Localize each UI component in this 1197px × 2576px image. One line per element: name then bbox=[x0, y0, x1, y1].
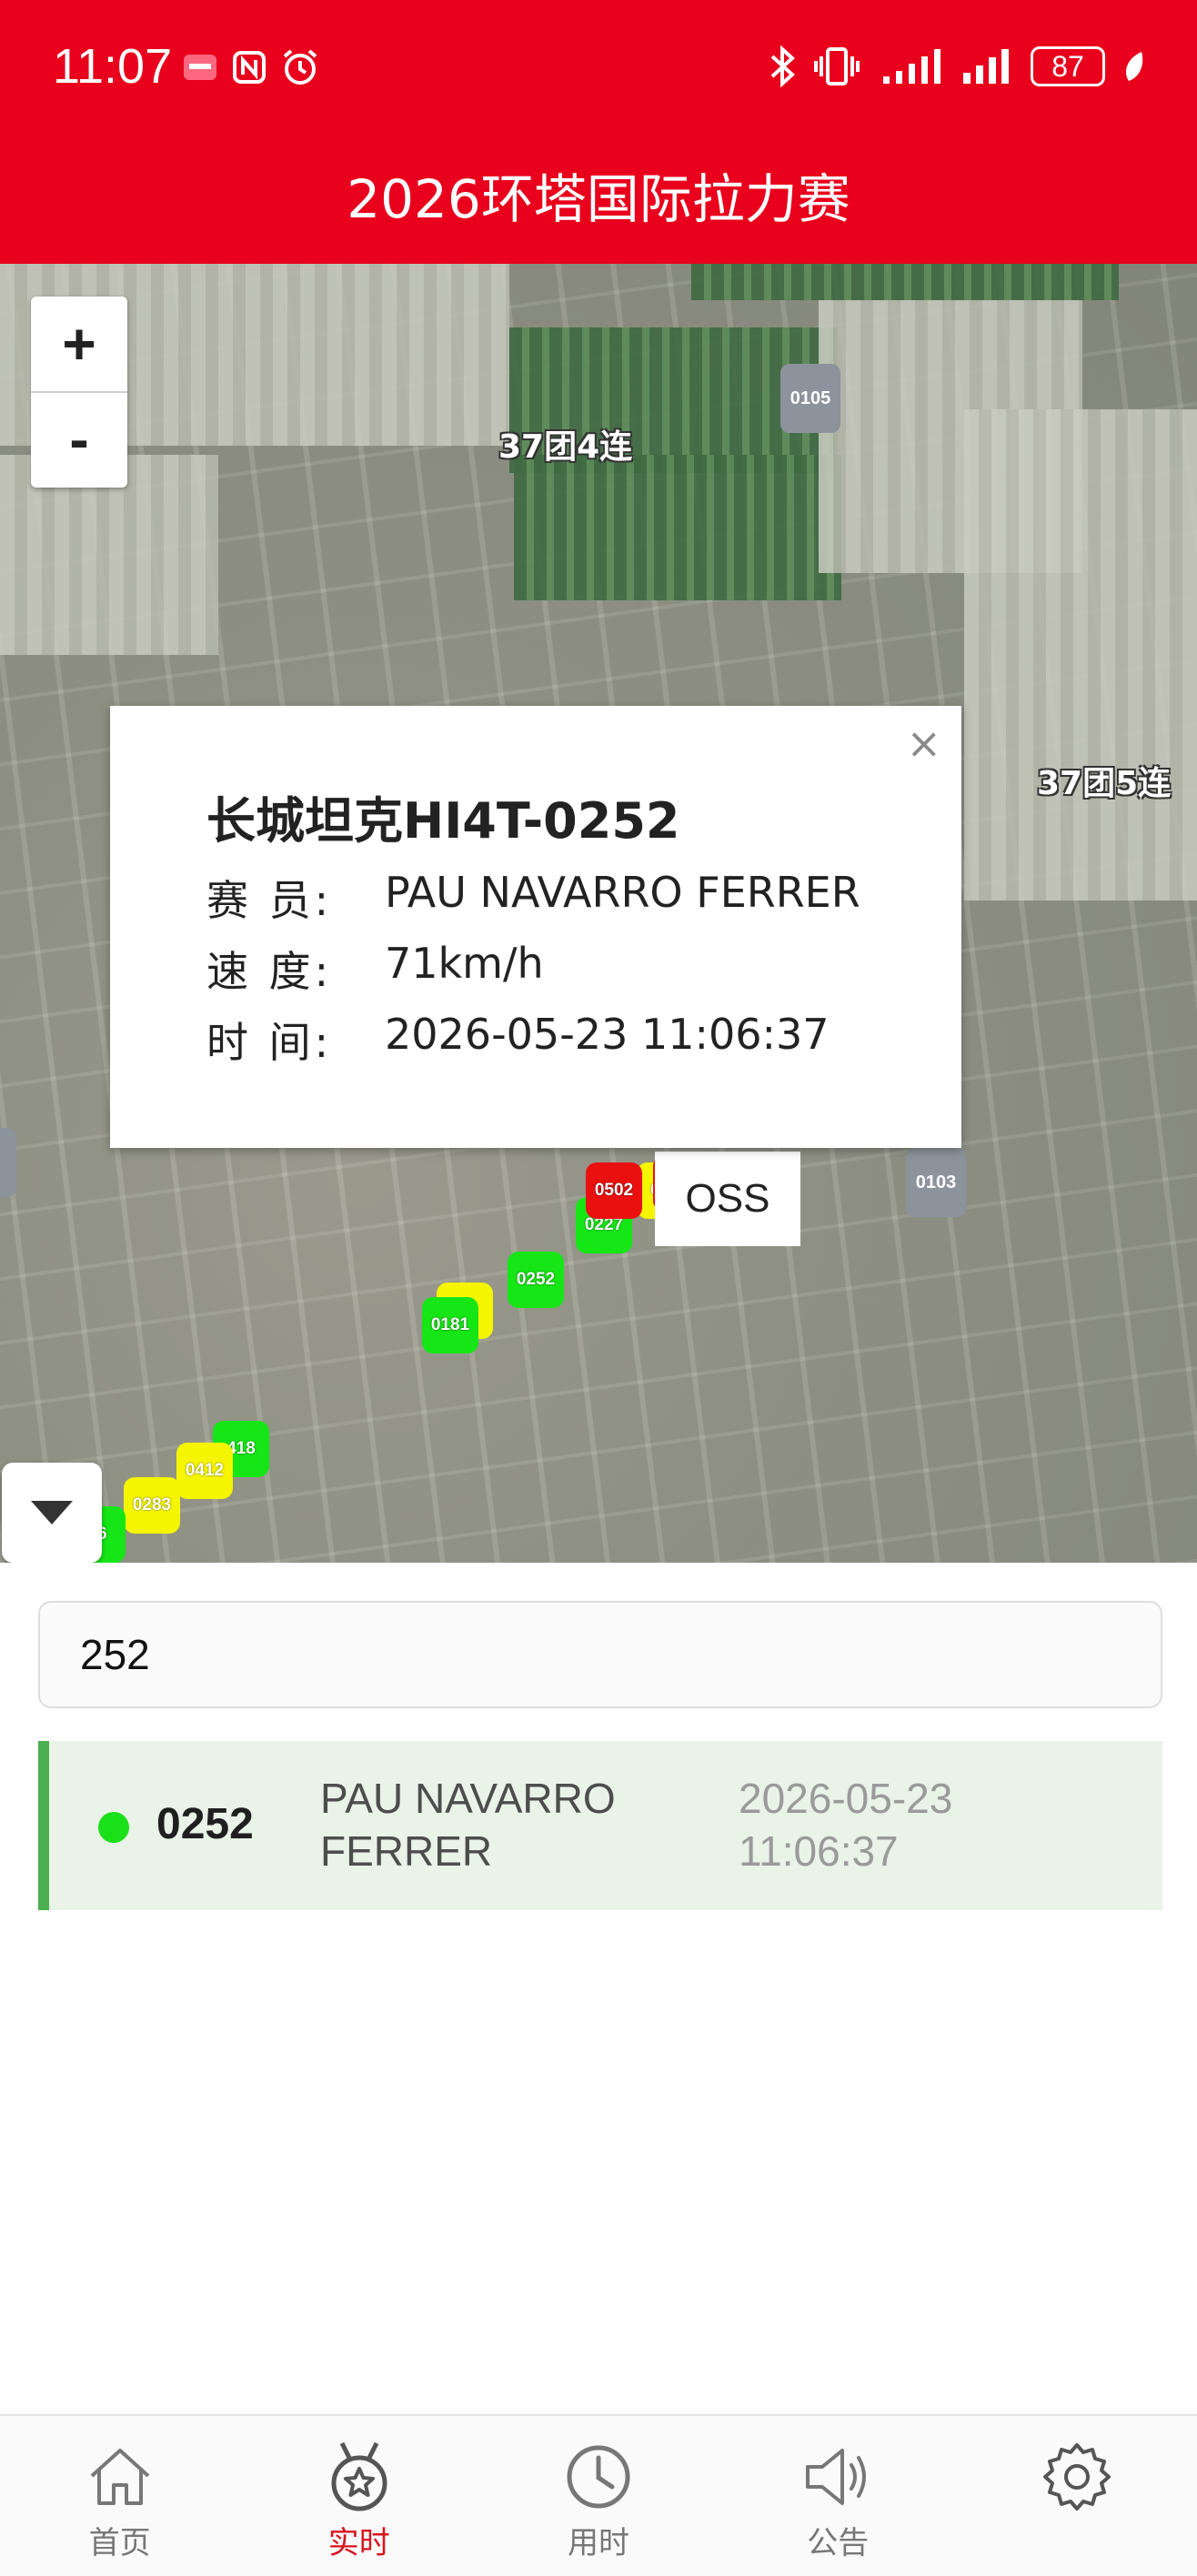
medal-icon bbox=[331, 2441, 387, 2511]
road-shield-edge bbox=[0, 1128, 16, 1197]
popup-close-button[interactable]: × bbox=[906, 719, 941, 768]
caret-down-icon bbox=[31, 1501, 73, 1524]
speaker-icon bbox=[806, 2449, 867, 2505]
result-driver-name: PAU NAVARRO FERRER bbox=[320, 1775, 616, 1875]
signal-icon-1 bbox=[883, 49, 940, 84]
alarm-icon bbox=[283, 49, 317, 85]
popup-speed-label: 速 度: bbox=[206, 947, 333, 996]
map-collapse-button[interactable] bbox=[2, 1463, 102, 1563]
zoom-control: + - bbox=[31, 297, 127, 488]
app-header: 11:07 87 2026环塔国际拉力赛 bbox=[0, 0, 1197, 264]
popup-title: 长城坦克HI4T-0252 bbox=[206, 792, 680, 850]
search-input[interactable] bbox=[38, 1601, 1162, 1708]
road-shield-0105: 0105 bbox=[780, 364, 840, 433]
map-field-texture bbox=[514, 455, 841, 600]
vehicle-marker-0502[interactable]: 0502 bbox=[586, 1162, 642, 1219]
leaf-icon bbox=[1125, 52, 1143, 81]
popup-rider-label: 赛 员: bbox=[206, 876, 333, 925]
popup-time-label: 时 间: bbox=[206, 1018, 333, 1067]
place-label-37-5: 37团5连 bbox=[1037, 765, 1172, 802]
oss-label: OSS bbox=[655, 1152, 800, 1246]
page-title: 2026环塔国际拉力赛 bbox=[347, 168, 850, 230]
tab-home-label: 首页 bbox=[88, 2525, 151, 2561]
bluetooth-icon bbox=[770, 45, 795, 87]
result-number: 0252 bbox=[156, 1800, 254, 1848]
status-time: 11:07 bbox=[53, 39, 173, 94]
vehicle-marker-0412[interactable]: 0412 bbox=[176, 1443, 233, 1499]
place-label-37-4: 37团4连 bbox=[498, 428, 633, 466]
result-time: 11:06:37 bbox=[739, 1827, 899, 1875]
status-notification-icons bbox=[182, 47, 320, 87]
zoom-out-button[interactable]: - bbox=[31, 391, 127, 486]
popup-speed-value: 71km/h bbox=[385, 939, 544, 988]
tab-home[interactable]: 首页 bbox=[0, 2416, 239, 2576]
app-notification-icon bbox=[184, 55, 216, 80]
popup-speed-row: 速 度: 71km/h bbox=[206, 939, 544, 999]
satellite-map[interactable]: + - 0105 0103 37团4连 37团5连 0181 0252 0227… bbox=[0, 264, 1197, 1563]
gear-icon bbox=[1043, 2443, 1112, 2511]
vehicle-marker-0252[interactable]: 0252 bbox=[508, 1252, 564, 1308]
map-field-texture bbox=[964, 409, 1197, 901]
vibrate-icon bbox=[814, 47, 860, 86]
home-icon bbox=[90, 2449, 149, 2505]
tab-timing-label: 用时 bbox=[568, 2525, 629, 2561]
popup-rider-row: 赛 员: PAU NAVARRO FERRER bbox=[206, 868, 860, 928]
tab-notice-label: 公告 bbox=[807, 2525, 870, 2561]
tab-live-label: 实时 bbox=[327, 2525, 390, 2561]
map-field-texture bbox=[691, 264, 1119, 300]
vehicle-info-popup: × 长城坦克HI4T-0252 赛 员: PAU NAVARRO FERRER … bbox=[110, 706, 961, 1148]
status-bar: 11:07 87 bbox=[0, 0, 1197, 141]
result-timestamp: 2026-05-23 11:06:37 bbox=[739, 1772, 1011, 1877]
popup-time-row: 时 间: 2026-05-23 11:06:37 bbox=[206, 1010, 830, 1070]
signal-icon-2 bbox=[963, 49, 1009, 84]
vehicle-marker-0181[interactable]: 0181 bbox=[422, 1297, 478, 1353]
popup-time-value: 2026-05-23 11:06:37 bbox=[385, 1010, 830, 1059]
vehicle-marker-0283[interactable]: 0283 bbox=[124, 1477, 180, 1534]
status-system-icons: 87 bbox=[767, 45, 1147, 87]
tab-live[interactable]: 实时 bbox=[239, 2416, 478, 2576]
result-date: 2026-05-23 bbox=[739, 1775, 953, 1822]
status-dot-icon bbox=[98, 1812, 129, 1843]
popup-rider-value: PAU NAVARRO FERRER bbox=[385, 868, 860, 917]
zoom-in-button[interactable]: + bbox=[31, 297, 127, 391]
tab-notice[interactable]: 公告 bbox=[719, 2416, 958, 2576]
clock-icon bbox=[567, 2445, 630, 2509]
popup-pointer bbox=[491, 706, 557, 739]
tab-settings[interactable] bbox=[958, 2416, 1197, 2576]
tab-timing[interactable]: 用时 bbox=[478, 2416, 718, 2576]
road-shield-0103: 0103 bbox=[906, 1148, 966, 1217]
nfc-icon bbox=[233, 51, 266, 84]
battery-indicator: 87 bbox=[1031, 46, 1105, 86]
result-row-0252[interactable]: 0252 PAU NAVARRO FERRER 2026-05-23 11:06… bbox=[38, 1741, 1162, 1910]
bottom-nav: 首页 实时 用时 公告 bbox=[0, 2414, 1197, 2576]
